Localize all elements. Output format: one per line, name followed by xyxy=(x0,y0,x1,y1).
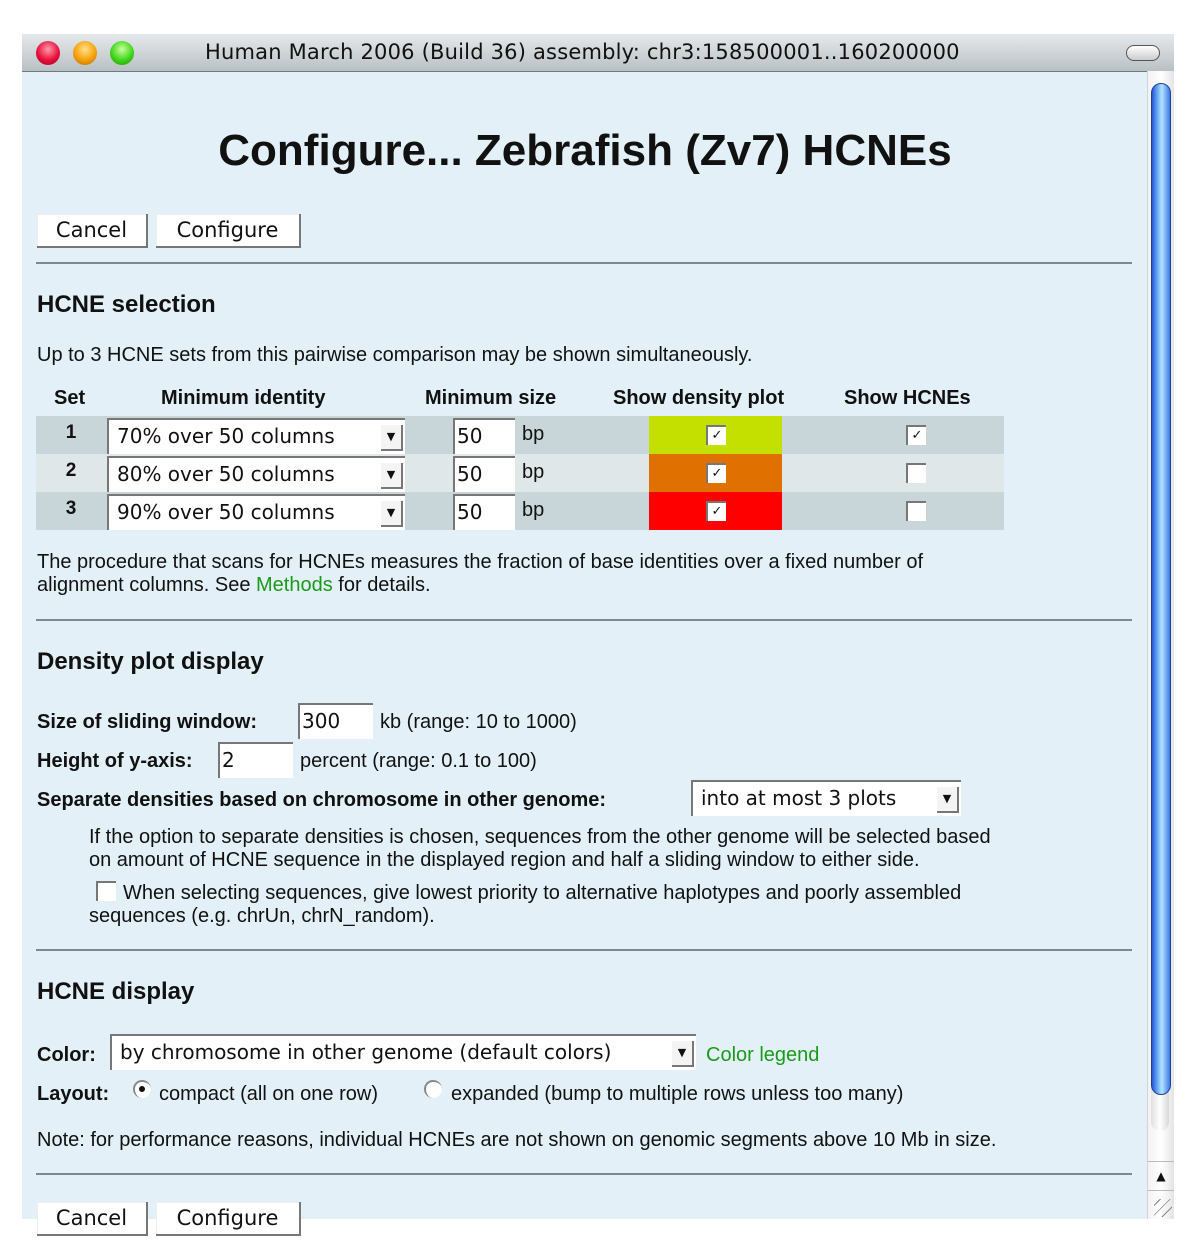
color-select[interactable]: by chromosome in other genome (default c… xyxy=(110,1034,696,1070)
lowest-priority-label-line1: When selecting sequences, give lowest pr… xyxy=(123,882,962,904)
select-value: 90% over 50 columns xyxy=(117,500,335,524)
minimize-window-button[interactable] xyxy=(73,41,97,65)
chevron-down-icon[interactable]: ▼ xyxy=(381,501,403,527)
performance-note: Note: for performance reasons, individua… xyxy=(37,1129,997,1151)
sliding-window-label: Size of sliding window: xyxy=(37,711,257,733)
min-identity-select[interactable]: 80% over 50 columns ▼ xyxy=(107,456,405,492)
header-show-density: Show density plot xyxy=(613,387,785,409)
configure-button-top[interactable]: Configure xyxy=(156,214,301,248)
close-window-button[interactable] xyxy=(36,41,60,65)
min-size-input[interactable]: 50 xyxy=(453,494,515,530)
table-row: 1 70% over 50 columns ▼ 50 bp ✓ ✓ xyxy=(36,416,1004,454)
min-size-input[interactable]: 50 xyxy=(453,456,515,492)
table-row: 3 90% over 50 columns ▼ 50 bp ✓ xyxy=(36,492,1004,530)
lowest-priority-checkbox[interactable] xyxy=(96,881,116,901)
select-value: 70% over 50 columns xyxy=(117,424,335,448)
resize-grip-icon[interactable] xyxy=(1154,1199,1172,1217)
divider xyxy=(36,619,1132,621)
scroll-up-arrow-icon[interactable]: ▲ xyxy=(1148,1161,1174,1191)
set-number: 1 xyxy=(65,422,77,443)
show-density-checkbox[interactable]: ✓ xyxy=(706,425,726,445)
min-identity-select[interactable]: 70% over 50 columns ▼ xyxy=(107,418,405,454)
window-title: Human March 2006 (Build 36) assembly: ch… xyxy=(205,40,960,64)
vertical-scrollbar[interactable]: ▲ xyxy=(1147,71,1174,1219)
yaxis-height-range: percent (range: 0.1 to 100) xyxy=(300,750,537,772)
separate-densities-label: Separate densities based on chromosome i… xyxy=(37,789,607,811)
show-hcnes-checkbox[interactable] xyxy=(906,501,926,521)
divider xyxy=(36,1173,1132,1175)
divider xyxy=(36,262,1132,264)
zoom-window-button[interactable] xyxy=(110,41,134,65)
color-legend-link[interactable]: Color legend xyxy=(706,1044,819,1067)
set-number: 2 xyxy=(65,460,77,481)
chevron-down-icon[interactable]: ▼ xyxy=(937,787,959,813)
yaxis-height-label: Height of y-axis: xyxy=(37,750,193,772)
table-row: 2 80% over 50 columns ▼ 50 bp ✓ xyxy=(36,454,1004,492)
lowest-priority-label-line2: sequences (e.g. chrUn, chrN_random). xyxy=(89,905,435,927)
color-label: Color: xyxy=(37,1044,96,1066)
size-unit: bp xyxy=(522,423,545,445)
browser-window: Human March 2006 (Build 36) assembly: ch… xyxy=(22,34,1174,1236)
show-density-checkbox[interactable]: ✓ xyxy=(706,501,726,521)
title-bar: Human March 2006 (Build 36) assembly: ch… xyxy=(22,34,1174,72)
separate-help-line1: If the option to separate densities is c… xyxy=(89,826,991,848)
separate-densities-select[interactable]: into at most 3 plots ▼ xyxy=(691,780,961,816)
section-title-hcne-selection: HCNE selection xyxy=(37,291,216,318)
select-value: by chromosome in other genome (default c… xyxy=(120,1040,612,1064)
chevron-down-icon[interactable]: ▼ xyxy=(381,425,403,451)
show-density-checkbox[interactable]: ✓ xyxy=(706,463,726,483)
header-min-size: Minimum size xyxy=(425,387,557,409)
cancel-button-bottom[interactable]: Cancel xyxy=(37,1202,148,1236)
note-text: alignment columns. See xyxy=(37,574,257,596)
sliding-window-range: kb (range: 10 to 1000) xyxy=(380,711,577,733)
yaxis-height-input[interactable]: 2 xyxy=(218,742,293,778)
size-unit: bp xyxy=(522,461,545,483)
note-text: for details. xyxy=(332,574,431,596)
header-min-identity: Minimum identity xyxy=(161,387,326,409)
page-content: Configure... Zebrafish (Zv7) HCNEs Cance… xyxy=(22,71,1148,1236)
chevron-down-icon[interactable]: ▼ xyxy=(381,463,403,489)
sliding-window-input[interactable]: 300 xyxy=(298,703,373,739)
page-title: Configure... Zebrafish (Zv7) HCNEs xyxy=(218,126,952,175)
set-number: 3 xyxy=(65,498,77,519)
min-size-input[interactable]: 50 xyxy=(453,418,515,454)
separate-help-line2: on amount of HCNE sequence in the displa… xyxy=(89,849,920,871)
select-value: into at most 3 plots xyxy=(701,786,897,810)
section-title-density-plot: Density plot display xyxy=(37,648,264,675)
cancel-button-top[interactable]: Cancel xyxy=(37,214,148,248)
min-identity-select[interactable]: 90% over 50 columns ▼ xyxy=(107,494,405,530)
size-unit: bp xyxy=(522,499,545,521)
layout-label: Layout: xyxy=(37,1083,110,1105)
layout-expanded-label[interactable]: expanded (bump to multiple rows unless t… xyxy=(451,1083,903,1106)
show-hcnes-checkbox[interactable]: ✓ xyxy=(906,425,926,445)
hcne-procedure-note-line2: alignment columns. See Methods for detai… xyxy=(37,574,431,597)
chevron-down-icon[interactable]: ▼ xyxy=(672,1041,694,1067)
scroll-thumb[interactable] xyxy=(1151,83,1171,1095)
layout-expanded-radio[interactable] xyxy=(424,1080,442,1098)
methods-link[interactable]: Methods xyxy=(256,574,333,596)
layout-compact-label[interactable]: compact (all on one row) xyxy=(159,1083,378,1106)
header-set: Set xyxy=(54,387,86,409)
hcne-procedure-note-line1: The procedure that scans for HCNEs measu… xyxy=(37,551,923,573)
header-show-hcnes: Show HCNEs xyxy=(844,387,971,409)
configure-button-bottom[interactable]: Configure xyxy=(156,1202,301,1236)
toolbar-toggle-button[interactable] xyxy=(1126,45,1160,61)
divider xyxy=(36,949,1132,951)
show-hcnes-checkbox[interactable] xyxy=(906,463,926,483)
section-title-hcne-display: HCNE display xyxy=(37,978,195,1005)
select-value: 80% over 50 columns xyxy=(117,462,335,486)
layout-compact-radio[interactable] xyxy=(133,1080,151,1098)
hcne-selection-intro: Up to 3 HCNE sets from this pairwise com… xyxy=(37,344,753,366)
